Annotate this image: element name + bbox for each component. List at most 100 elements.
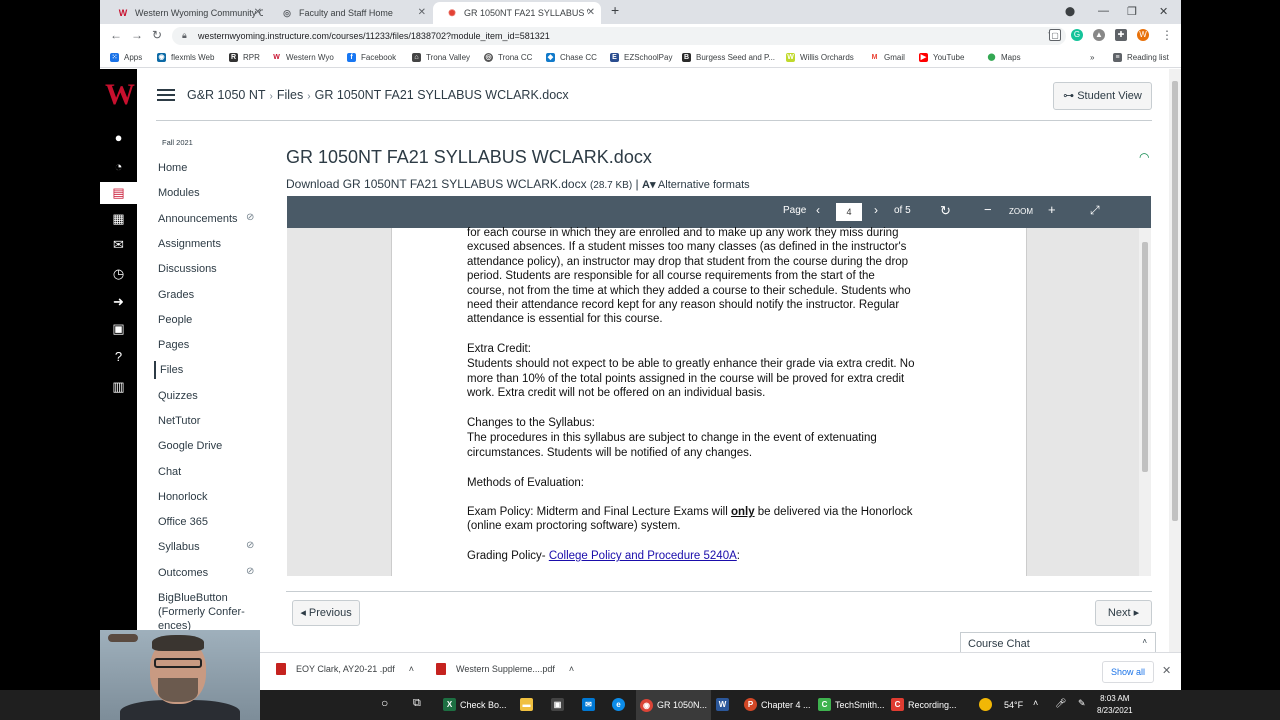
chevron-up-icon[interactable]: ˄ <box>569 664 574 674</box>
history-icon[interactable]: ◷ <box>100 263 137 285</box>
forward-icon[interactable]: → <box>131 28 143 42</box>
commons-icon[interactable]: ➜ <box>100 291 137 313</box>
nav-chat[interactable]: Chat <box>158 466 181 478</box>
puzzle-icon[interactable]: ✚ <box>1115 29 1127 41</box>
address-bar[interactable]: 🔒︎ westernwyoming.instructure.com/course… <box>172 27 1066 45</box>
taskbar-explorer[interactable]: ▬ <box>520 698 537 711</box>
bookmark-chase-cc[interactable]: ◆ Chase CC <box>546 53 597 62</box>
college-policy-link[interactable]: College Policy and Procedure 5240A <box>549 550 737 562</box>
rotate-icon[interactable]: ↻ <box>940 203 951 219</box>
alternative-formats-link[interactable]: A▾ Alternative formats <box>642 179 750 191</box>
hamburger-menu-icon[interactable] <box>157 89 175 101</box>
cortana-icon[interactable]: ○ <box>381 696 388 710</box>
bookmark-maps[interactable]: ⬤ Maps <box>987 53 1021 62</box>
tab-western-wyoming[interactable]: W Western Wyoming Community C ✕ <box>104 2 268 24</box>
page-number-input[interactable]: 4 <box>836 203 862 221</box>
close-downloads-icon[interactable]: ✕ <box>1162 664 1171 677</box>
close-window-icon[interactable]: ✕ <box>1159 5 1168 18</box>
tab-faculty-staff[interactable]: ◎ Faculty and Staff Home ✕ <box>268 2 432 24</box>
calendar-icon[interactable]: ▦ <box>100 208 137 230</box>
zoom-out-icon[interactable]: − <box>984 202 992 217</box>
account-icon[interactable]: ● <box>100 127 137 149</box>
page-scrollbar[interactable] <box>1169 69 1181 690</box>
taskbar-techsmith[interactable]: C TechSmith... <box>818 698 885 711</box>
minimize-icon[interactable]: — <box>1098 5 1109 17</box>
bookmark-western-wyo[interactable]: W Western Wyo <box>272 53 334 62</box>
download-item[interactable]: EOY Clark, AY20-21 .pdf ˄ <box>276 663 414 675</box>
student-view-button[interactable]: ⊶ Student View <box>1053 82 1152 110</box>
nav-announcements[interactable]: Announcements <box>158 213 238 225</box>
bookmark-gmail[interactable]: M Gmail <box>870 53 905 62</box>
zoom-in-icon[interactable]: + <box>1048 202 1056 217</box>
taskbar-chrome[interactable]: ◉ GR 1050N... <box>636 690 712 720</box>
chevron-up-icon[interactable]: ˄ <box>409 664 414 674</box>
nav-people[interactable]: People <box>158 314 192 326</box>
bookmark-facebook[interactable]: f Facebook <box>347 53 396 62</box>
bookmark-youtube[interactable]: ▶ YouTube <box>919 53 964 62</box>
bookmark-trona-valley[interactable]: ⌂ Trona Valley <box>412 53 470 62</box>
nav-nettutor[interactable]: NetTutor <box>158 415 200 427</box>
tray-chevron-icon[interactable]: ˄ <box>1033 698 1038 708</box>
nav-office-365[interactable]: Office 365 <box>158 516 208 528</box>
viewer-scroll-thumb[interactable] <box>1142 242 1148 472</box>
close-tab-icon[interactable]: ✕ <box>418 7 426 18</box>
nav-honorlock[interactable]: Honorlock <box>158 491 208 503</box>
fullscreen-icon[interactable]: ⤢ <box>1090 203 1100 218</box>
menu-icon[interactable]: ⋮ <box>1161 28 1173 42</box>
system-clock[interactable]: 8:03 AM 8/23/2021 <box>1097 693 1133 717</box>
extension-icon[interactable]: ▢ <box>1049 29 1061 41</box>
nav-syllabus[interactable]: Syllabus <box>158 541 200 553</box>
help-icon[interactable]: ? <box>100 346 137 368</box>
tab-search-icon[interactable]: ⬤ <box>1065 6 1075 17</box>
grammarly-icon[interactable]: G <box>1071 29 1083 41</box>
taskbar-store[interactable]: ▣ <box>551 698 568 711</box>
nav-outcomes[interactable]: Outcomes <box>158 567 208 579</box>
tab-syllabus[interactable]: ✺ GR 1050NT FA21 SYLLABUS WCL ✕ <box>433 2 601 24</box>
nav-discussions[interactable]: Discussions <box>158 263 217 275</box>
bookmark-rpr[interactable]: R RPR <box>229 53 260 62</box>
close-tab-icon[interactable]: ✕ <box>254 7 262 18</box>
document-icon[interactable]: ▥ <box>100 376 137 398</box>
show-all-button[interactable]: Show all <box>1102 661 1154 683</box>
back-icon[interactable]: ← <box>110 28 122 42</box>
nav-pages[interactable]: Pages <box>158 339 189 351</box>
nav-bigbluebutton[interactable]: BigBlueButton (Formerly Confer-ences) <box>158 591 253 633</box>
previous-page-icon[interactable]: ‹ <box>816 203 820 217</box>
pen-icon[interactable]: ✎ <box>1078 698 1086 709</box>
taskbar-edge[interactable]: e <box>612 698 629 711</box>
viewer-scrollbar[interactable] <box>1139 228 1151 576</box>
microphone-icon[interactable]: 🎤︎ <box>1055 698 1066 709</box>
weather-widget[interactable]: 54°F <box>979 698 1023 711</box>
maximize-icon[interactable]: ❐ <box>1127 5 1137 18</box>
inbox-icon[interactable]: ✉ <box>100 234 137 256</box>
breadcrumb-course[interactable]: G&R 1050 NT <box>187 88 266 102</box>
download-item[interactable]: Western Suppleme....pdf ˄ <box>436 663 574 675</box>
bookmark-flexmls[interactable]: ◉ flexmls Web <box>157 53 214 62</box>
nav-assignments[interactable]: Assignments <box>158 238 221 250</box>
taskbar-recording[interactable]: C Recording... <box>891 698 957 711</box>
taskbar-powerpoint[interactable]: P Chapter 4 ... <box>744 698 811 711</box>
extension-icon[interactable]: ▲ <box>1093 29 1105 41</box>
bookmark-ezschoolpay[interactable]: E EZSchoolPay <box>610 53 672 62</box>
next-button[interactable]: Next ▸ <box>1095 600 1152 626</box>
profile-avatar[interactable]: W <box>1137 29 1149 41</box>
reload-icon[interactable]: ↻ <box>152 28 162 42</box>
bookmark-trona-cc[interactable]: ◎ Trona CC <box>484 53 532 62</box>
nav-files[interactable]: Files <box>154 361 183 379</box>
nav-modules[interactable]: Modules <box>158 187 200 199</box>
next-page-icon[interactable]: › <box>874 203 878 217</box>
reading-list[interactable]: ≡ Reading list <box>1113 53 1169 62</box>
nav-quizzes[interactable]: Quizzes <box>158 390 198 402</box>
bookmark-willis[interactable]: W Willis Orchards <box>786 53 854 62</box>
bookmark-apps[interactable]: ⁙ Apps <box>110 53 142 62</box>
taskbar-word[interactable]: W <box>716 698 733 711</box>
page-scroll-thumb[interactable] <box>1172 81 1178 521</box>
nav-google-drive[interactable]: Google Drive <box>158 440 222 452</box>
studio-icon[interactable]: ▣ <box>100 318 137 340</box>
bookmarks-overflow-icon[interactable]: » <box>1090 53 1094 62</box>
dashboard-icon[interactable]: ◔ <box>100 156 137 178</box>
breadcrumb-files[interactable]: Files <box>277 88 303 102</box>
task-view-icon[interactable]: ⧉ <box>413 697 421 710</box>
taskbar-mail[interactable]: ✉ <box>582 698 599 711</box>
taskbar-excel[interactable]: X Check Bo... <box>443 698 507 711</box>
